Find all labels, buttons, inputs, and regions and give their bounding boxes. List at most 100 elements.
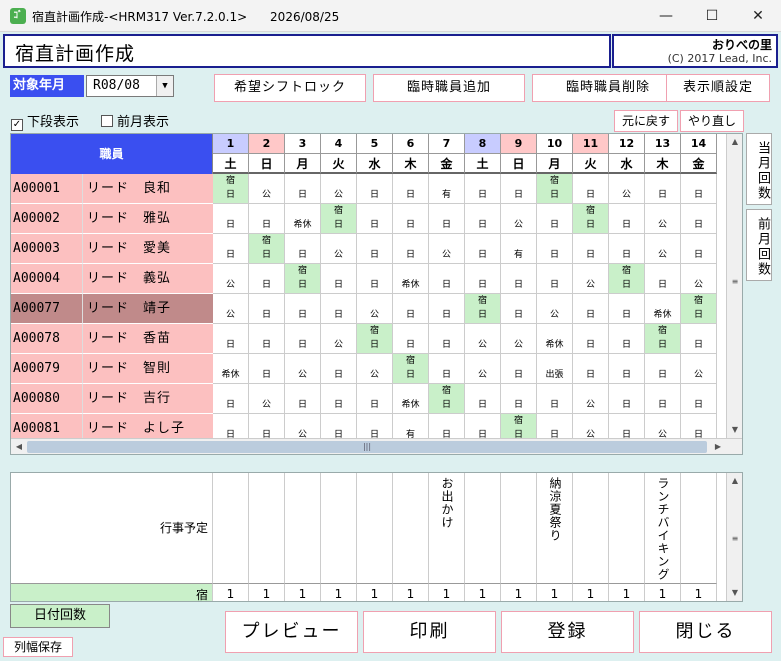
- shift-cell[interactable]: 日: [609, 354, 645, 384]
- shift-cell[interactable]: 日: [249, 264, 285, 294]
- shift-cell[interactable]: 日: [465, 384, 501, 414]
- shift-cell[interactable]: 日: [537, 264, 573, 294]
- shift-cell[interactable]: 公: [573, 264, 609, 294]
- shift-cell[interactable]: 日: [573, 294, 609, 324]
- chevron-down-icon[interactable]: ▼: [156, 76, 173, 96]
- date-count-button[interactable]: 日付回数: [10, 604, 110, 628]
- undo-button[interactable]: 元に戻す: [614, 110, 678, 132]
- shift-cell[interactable]: 公: [213, 294, 249, 324]
- shift-cell[interactable]: 日: [321, 294, 357, 324]
- shift-cell[interactable]: 宿日: [393, 354, 429, 384]
- shift-cell[interactable]: 日: [609, 234, 645, 264]
- staff-id[interactable]: A00003: [11, 234, 83, 264]
- shift-cell[interactable]: 公: [681, 264, 717, 294]
- event-cell[interactable]: お出かけ: [429, 473, 465, 583]
- close-button[interactable]: 閉じる: [639, 611, 772, 653]
- shift-cell[interactable]: 日: [285, 174, 321, 204]
- shift-cell[interactable]: 宿日: [213, 174, 249, 204]
- shift-cell[interactable]: 日: [645, 384, 681, 414]
- checkbox-box[interactable]: [101, 115, 113, 127]
- staff-name[interactable]: リード 智則: [83, 354, 213, 384]
- event-cell[interactable]: [213, 473, 249, 583]
- shift-cell[interactable]: 日: [645, 354, 681, 384]
- grid-vertical-scrollbar[interactable]: ▲ ≡ ▼: [726, 134, 742, 438]
- staff-id[interactable]: A00002: [11, 204, 83, 234]
- target-month-select[interactable]: R08/08 ▼: [86, 75, 174, 97]
- shift-cell[interactable]: 日: [681, 384, 717, 414]
- shift-cell[interactable]: 日: [501, 354, 537, 384]
- shift-cell[interactable]: 宿日: [249, 234, 285, 264]
- scroll-up-icon[interactable]: ▲: [727, 473, 742, 489]
- shift-cell[interactable]: 日: [213, 384, 249, 414]
- event-cell[interactable]: [357, 473, 393, 583]
- event-cell[interactable]: [393, 473, 429, 583]
- event-cell[interactable]: [609, 473, 645, 583]
- staff-id[interactable]: A00077: [11, 294, 83, 324]
- shift-cell[interactable]: 日: [681, 174, 717, 204]
- shift-cell[interactable]: 公: [429, 234, 465, 264]
- shift-cell[interactable]: 日: [537, 384, 573, 414]
- register-button[interactable]: 登録: [501, 611, 634, 653]
- scroll-grip-icon[interactable]: ≡: [727, 274, 742, 290]
- shift-cell[interactable]: 公: [321, 324, 357, 354]
- shift-cell[interactable]: 日: [393, 204, 429, 234]
- staff-name[interactable]: リード 良和: [83, 174, 213, 204]
- scroll-up-icon[interactable]: ▲: [727, 134, 742, 150]
- prev-month-checkbox[interactable]: 前月表示: [101, 111, 169, 130]
- shift-cell[interactable]: 宿日: [609, 264, 645, 294]
- shift-cell[interactable]: 日: [465, 204, 501, 234]
- shift-cell[interactable]: 日: [321, 384, 357, 414]
- shift-cell[interactable]: 日: [573, 324, 609, 354]
- staff-name[interactable]: リード 吉行: [83, 384, 213, 414]
- scroll-down-icon[interactable]: ▼: [727, 422, 742, 438]
- shift-cell[interactable]: 日: [429, 204, 465, 234]
- staff-id[interactable]: A00080: [11, 384, 83, 414]
- shift-cell[interactable]: 日: [285, 384, 321, 414]
- shift-cell[interactable]: 有: [501, 234, 537, 264]
- scroll-thumb[interactable]: |||: [27, 441, 707, 453]
- shift-cell[interactable]: 宿日: [357, 324, 393, 354]
- shift-cell[interactable]: 日: [393, 324, 429, 354]
- shift-cell[interactable]: 日: [573, 354, 609, 384]
- shift-cell[interactable]: 日: [465, 174, 501, 204]
- shift-cell[interactable]: 日: [573, 174, 609, 204]
- shift-cell[interactable]: 宿日: [285, 264, 321, 294]
- shift-cell[interactable]: 日: [213, 234, 249, 264]
- shift-cell[interactable]: 日: [609, 324, 645, 354]
- event-cell[interactable]: [249, 473, 285, 583]
- maximize-button[interactable]: ☐: [689, 0, 735, 32]
- check-icon[interactable]: ✓: [11, 119, 23, 131]
- shift-cell[interactable]: 日: [357, 264, 393, 294]
- shift-cell[interactable]: 日: [609, 384, 645, 414]
- print-button[interactable]: 印刷: [363, 611, 496, 653]
- shift-cell[interactable]: 出張: [537, 354, 573, 384]
- shift-cell[interactable]: 日: [501, 294, 537, 324]
- shift-cell[interactable]: 公: [501, 204, 537, 234]
- shift-cell[interactable]: 公: [321, 174, 357, 204]
- shift-cell[interactable]: 希休: [213, 354, 249, 384]
- event-cell[interactable]: [321, 473, 357, 583]
- staff-id[interactable]: A00001: [11, 174, 83, 204]
- shift-cell[interactable]: 公: [501, 324, 537, 354]
- shift-cell[interactable]: 日: [393, 234, 429, 264]
- close-window-button[interactable]: ✕: [735, 0, 781, 32]
- shift-cell[interactable]: 日: [537, 234, 573, 264]
- shift-cell[interactable]: 日: [609, 294, 645, 324]
- display-order-button[interactable]: 表示順設定: [666, 74, 770, 102]
- shift-cell[interactable]: 日: [573, 234, 609, 264]
- event-cell[interactable]: [573, 473, 609, 583]
- staff-name[interactable]: リード 香苗: [83, 324, 213, 354]
- shift-cell[interactable]: 公: [321, 234, 357, 264]
- shift-cell[interactable]: 日: [249, 204, 285, 234]
- shift-cell[interactable]: 日: [465, 264, 501, 294]
- shift-cell[interactable]: 日: [357, 384, 393, 414]
- shift-cell[interactable]: 日: [681, 204, 717, 234]
- scroll-grip-icon[interactable]: ≡: [727, 531, 742, 547]
- shift-cell[interactable]: 日: [285, 324, 321, 354]
- event-cell[interactable]: 納涼夏祭り: [537, 473, 573, 583]
- event-cell[interactable]: [465, 473, 501, 583]
- shift-cell[interactable]: 希休: [393, 264, 429, 294]
- shift-cell[interactable]: 希休: [285, 204, 321, 234]
- shift-cell[interactable]: 日: [501, 264, 537, 294]
- shift-cell[interactable]: 日: [429, 354, 465, 384]
